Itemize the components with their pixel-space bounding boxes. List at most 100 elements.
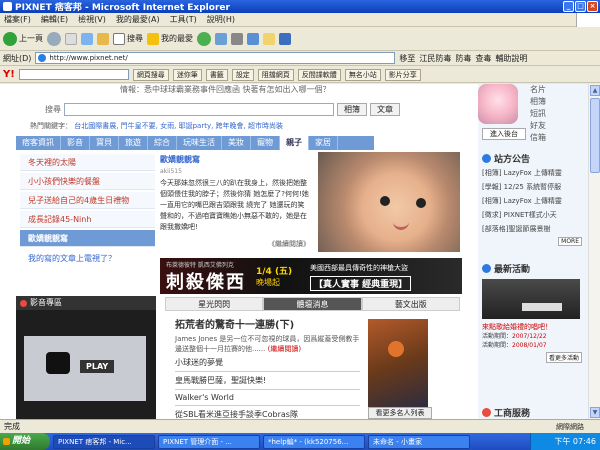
yahoo-settings-button[interactable]: 設定 [231, 68, 254, 81]
announcement-item[interactable]: [徵求] PIXNET樣式小天 [482, 210, 582, 221]
menu-file[interactable]: 檔案(F) [4, 14, 31, 25]
menu-tools[interactable]: 工具(T) [170, 14, 197, 25]
announcement-item[interactable]: [部落格]聖誕節展景樹 [482, 224, 582, 235]
folder-icon[interactable] [263, 32, 275, 45]
user-link[interactable]: 名片 [530, 84, 546, 96]
scroll-up-button[interactable]: ▲ [590, 85, 600, 96]
nav-tab[interactable]: 痞客資訊 [16, 136, 61, 150]
nav-tab[interactable]: 寶貝 [90, 136, 119, 150]
nav-tab[interactable]: 玩味生活 [177, 136, 222, 150]
user-avatar[interactable] [478, 84, 518, 124]
yahoo-antispy-button[interactable]: 反間諜軟體 [297, 68, 341, 81]
menu-view[interactable]: 檢視(V) [78, 14, 106, 25]
more-celebrities-button[interactable]: 看更多名人列表 [368, 407, 432, 419]
print-icon[interactable] [231, 32, 243, 45]
event-image[interactable] [482, 279, 580, 319]
taskbar-item[interactable]: 未命名 - 小畫家 [368, 434, 470, 449]
nav-tab[interactable]: 美妝 [222, 136, 251, 150]
user-link[interactable]: 信箱 [530, 132, 546, 144]
post-author[interactable]: akii515 [160, 168, 310, 175]
address-input[interactable]: http://www.pixnet.net/ [35, 52, 396, 64]
yahoo-bookmarks-button[interactable]: 書籤 [205, 68, 228, 81]
play-button[interactable]: PLAY [80, 360, 115, 373]
menu-help[interactable]: 說明(H) [207, 14, 235, 25]
stop-icon[interactable] [65, 32, 77, 45]
left-list-item[interactable]: 兒子送給自己的4歲生日禮物 [20, 192, 155, 209]
news-tab[interactable]: 星光閃閃 [165, 297, 264, 311]
yahoo-popup-blocker-button[interactable]: 阻擋網頁 [257, 68, 294, 81]
nav-tab[interactable]: 家居 [309, 136, 338, 150]
article-search-button[interactable]: 文章 [370, 103, 400, 116]
enter-backend-button[interactable]: 進入後台 [482, 128, 526, 140]
post-title[interactable]: 歐嬌靚靚寫 [160, 154, 310, 165]
read-more-link[interactable]: 《繼續閱讀》 [160, 239, 310, 249]
user-link[interactable]: 好友 [530, 120, 546, 132]
menu-edit[interactable]: 編輯(E) [41, 14, 68, 25]
search-button[interactable]: 搜尋 [113, 32, 143, 45]
nav-tab[interactable]: 綜合 [148, 136, 177, 150]
go-button[interactable]: 移至 [399, 53, 415, 64]
more-announcements-button[interactable]: MORE [558, 237, 582, 246]
vertical-scrollbar[interactable]: ▲ ▼ [588, 84, 600, 419]
antivirus-tool[interactable]: 江民防毒 [419, 53, 451, 64]
taskbar-item[interactable]: PIXNET 管理介面 - ... [158, 434, 260, 449]
yahoo-search-input[interactable] [18, 69, 129, 80]
hot-keyword-links[interactable]: 台北國際書展, 門牛皇不要, 女雨, 耶誕party, 跨年晚會, 超市時尚裝 [74, 122, 283, 130]
movie-ad-banner[interactable]: 布萊德彼特 凱西艾佛列克 刺殺傑西 1/4 (五) 晚場起 美國西部最具傳奇性的… [160, 258, 462, 294]
event-name[interactable]: 來點歌給婚禮的唱吧！ [482, 322, 582, 332]
left-list-item[interactable]: 冬天裡的太陽 [20, 154, 155, 171]
news-list-item[interactable]: 從SBL看米進亞接手談季Cobras隊 [175, 406, 360, 419]
notice-bar[interactable]: 情報：悉中球球霸業務事件回應函 快著有怎如出入哪一個？ [120, 84, 331, 95]
announcement-item[interactable]: [相簿] LazyFox 上傳精靈 [482, 196, 582, 207]
user-link[interactable]: 相簿 [530, 96, 546, 108]
back-button[interactable]: 上一頁 [3, 31, 43, 46]
history-icon[interactable] [197, 31, 211, 46]
news-list-item[interactable]: Walker's World [175, 390, 360, 406]
more-events-button[interactable]: 看更多活動 [545, 352, 582, 363]
refresh-icon[interactable] [81, 32, 93, 45]
nav-tab[interactable]: 親子 [280, 136, 309, 150]
home-icon[interactable] [97, 32, 109, 45]
yahoo-wretch-button[interactable]: 無名小站 [344, 68, 381, 81]
forward-button[interactable] [47, 31, 61, 46]
basketball-photo[interactable]: 看更多名人列表 [368, 319, 432, 419]
news-headline[interactable]: 拓荒者的驚奇十一連勝(下) [175, 316, 360, 331]
favorites-button[interactable]: 我的最愛 [147, 32, 193, 45]
left-list-item[interactable]: 小小孩們快樂的餐盤 [20, 173, 155, 190]
virus-protect-tool[interactable]: 防毒 [455, 53, 471, 64]
yahoo-video-button[interactable]: 影片分享 [384, 68, 421, 81]
close-button[interactable]: × [587, 1, 598, 12]
news-list-item[interactable]: 皇馬戰勝巴薩，聖誕快樂! [175, 372, 360, 390]
menu-favorites[interactable]: 我的最愛(A) [116, 14, 160, 25]
video-player[interactable]: PLAY [24, 336, 146, 401]
messenger-icon[interactable] [279, 32, 291, 45]
nav-tab[interactable]: 寵物 [251, 136, 280, 150]
album-search-button[interactable]: 相簿 [337, 103, 367, 116]
news-tab[interactable]: 藝文出版 [361, 297, 460, 311]
start-button[interactable]: 開始 [0, 433, 50, 450]
user-link[interactable]: 短訊 [530, 108, 546, 120]
news-read-more[interactable]: (繼續閱讀) [268, 345, 301, 353]
left-list-item[interactable]: 我的寫的文章上電視了？ [20, 253, 155, 264]
taskbar-item[interactable]: PIXNET 痞客邦 - Mic... [53, 434, 155, 449]
scroll-down-button[interactable]: ▼ [590, 407, 600, 418]
minimize-button[interactable]: _ [563, 1, 574, 12]
edit-icon[interactable] [247, 32, 259, 45]
help-tool[interactable]: 輔助說明 [495, 53, 527, 64]
news-tab[interactable]: 體壇消息 [263, 297, 362, 311]
nav-tab[interactable]: 旅遊 [119, 136, 148, 150]
virus-scan-tool[interactable]: 查毒 [475, 53, 491, 64]
yahoo-web-search-button[interactable]: 網頁搜尋 [132, 68, 169, 81]
left-list-item[interactable]: 歐嬌靚靚寫 [20, 230, 155, 247]
nav-tab[interactable]: 影音 [61, 136, 90, 150]
maximize-button[interactable]: □ [575, 1, 586, 12]
yahoo-notepad-button[interactable]: 迷你筆 [172, 68, 202, 81]
baby-photo[interactable] [318, 152, 460, 252]
announcement-item[interactable]: [相簿] LazyFox 上傳精靈 [482, 168, 582, 179]
taskbar-item[interactable]: *help編* - (kk520756... [263, 434, 365, 449]
left-list-item[interactable]: 成長記錄45-Ninh [20, 211, 155, 228]
yahoo-logo[interactable]: Y! [3, 69, 15, 80]
scroll-thumb[interactable] [590, 98, 600, 173]
news-list-item[interactable]: 小球迷的夢覺 [175, 354, 360, 372]
mail-icon[interactable] [215, 32, 227, 45]
